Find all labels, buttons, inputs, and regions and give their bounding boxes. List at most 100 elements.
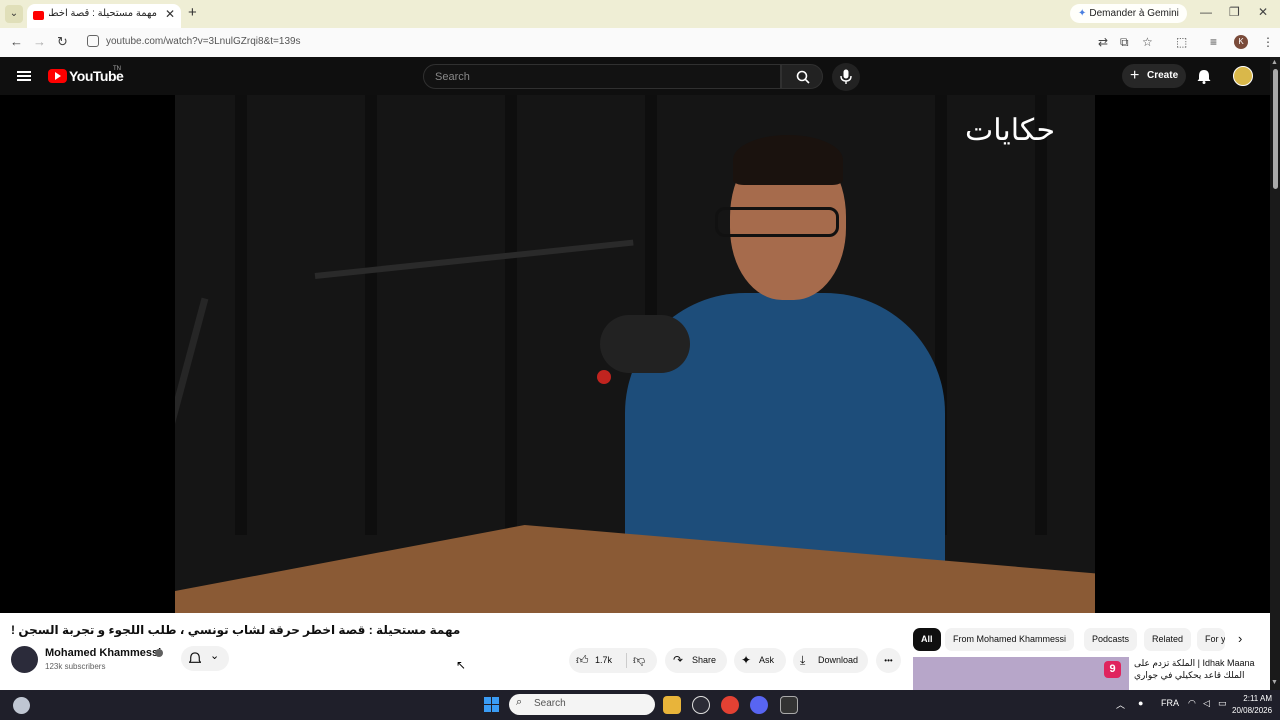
tab-title: مهمة مستحيلة : قصة اخطر — [49, 8, 157, 19]
close-window-button[interactable]: ✕ — [1258, 5, 1268, 19]
chips-next-arrow-icon[interactable]: › — [1238, 631, 1242, 646]
speaker-glasses — [715, 207, 839, 237]
chip-podcasts[interactable]: Podcasts — [1084, 628, 1138, 651]
browser-tab-strip: ⌄ مهمة مستحيلة : قصة اخطر ✕ + ✦ Demander … — [0, 0, 1280, 28]
tray-overflow-chevron-icon[interactable]: ︿ — [1116, 698, 1125, 711]
taskbar-search-box[interactable]: ⌕ Search — [509, 694, 655, 715]
new-tab-button[interactable]: + — [188, 4, 197, 21]
scroll-up-arrow-icon[interactable]: ▲ — [1271, 59, 1278, 66]
download-label: Download — [818, 655, 859, 665]
system-clock[interactable]: 2:11 AM 20/08/2026 — [1232, 693, 1272, 717]
bookmark-star-icon[interactable]: ☆ — [1142, 35, 1153, 49]
reload-icon[interactable]: ↻ — [57, 34, 68, 50]
share-label: Share — [692, 655, 717, 665]
sparkle-icon: ✦ — [741, 653, 752, 667]
more-horizontal-icon: ••• — [884, 656, 893, 665]
site-info-icon[interactable] — [87, 35, 99, 47]
chip-all[interactable]: All — [913, 628, 941, 651]
extensions-icon[interactable]: ⬚ — [1176, 35, 1187, 49]
recommended-video-title[interactable]: Idhak Maana | الملكة تزدم على الملك قاعد… — [1134, 657, 1264, 681]
subscribed-bell-button[interactable]: ⌄ — [181, 646, 229, 671]
mic-boom-arm — [314, 239, 634, 279]
thumbs-down-icon[interactable]: 👎︎ — [633, 648, 645, 673]
battery-icon[interactable]: ▭ — [1218, 698, 1227, 709]
volume-icon[interactable]: ◁ — [1203, 698, 1210, 709]
like-button[interactable]: 👍︎ 1.7k 👎︎ — [569, 648, 657, 673]
wifi-icon[interactable]: ◠ — [1188, 698, 1196, 709]
chrome-icon[interactable] — [721, 696, 739, 714]
channel-avatar[interactable] — [11, 646, 38, 673]
curtain-fold — [505, 95, 517, 535]
video-player[interactable]: حكايات — [0, 95, 1270, 613]
verified-badge-icon — [155, 649, 163, 657]
channel-watermark: حكايات — [965, 113, 1055, 148]
download-icon: ⤓ — [800, 653, 806, 667]
gemini-sparkle-icon: ✦ — [1078, 8, 1087, 19]
create-button[interactable]: + Create — [1122, 64, 1186, 88]
notifications-bell-icon[interactable] — [1197, 69, 1211, 84]
account-avatar[interactable] — [1233, 66, 1253, 86]
curtain-fold — [365, 95, 377, 535]
chip-for-you[interactable]: For y — [1197, 628, 1225, 651]
share-button[interactable]: ↷ Share — [665, 648, 727, 673]
curtain-fold — [1035, 95, 1047, 535]
keyboard-language[interactable]: FRA — [1161, 698, 1179, 708]
taskbar-search-icon: ⌕ — [516, 696, 523, 708]
clock-time: 2:11 AM — [1243, 694, 1273, 703]
search-input[interactable]: Search — [423, 64, 781, 89]
mic-stand-arm — [175, 297, 209, 590]
channel-name[interactable]: Mohamed Khammessi — [45, 647, 161, 659]
scroll-down-arrow-icon[interactable]: ▼ — [1271, 679, 1278, 686]
chevron-down-icon: ⌄ — [210, 650, 220, 662]
terminal-icon[interactable] — [780, 696, 798, 714]
address-bar[interactable]: youtube.com/watch?v=3LnulGZrqi8&t=139s — [80, 31, 1094, 53]
curtain-fold — [235, 95, 247, 535]
gemini-button[interactable]: ✦ Demander à Gemini — [1070, 4, 1187, 23]
like-count: 1.7k — [595, 655, 613, 665]
subscriber-count: 123k subscribers — [45, 662, 106, 671]
forward-arrow-icon[interactable]: → — [33, 34, 46, 49]
recommended-video-thumbnail[interactable] — [913, 657, 1129, 690]
weather-widget-icon[interactable] — [13, 697, 30, 714]
ask-label: Ask — [759, 655, 775, 665]
like-divider — [626, 653, 627, 668]
video-frame: حكايات — [175, 95, 1095, 613]
windows-start-icon[interactable] — [484, 697, 500, 713]
bell-icon — [189, 652, 201, 663]
translate-icon[interactable]: ⇄ — [1098, 35, 1108, 49]
file-explorer-icon[interactable] — [663, 696, 681, 714]
microphone-tray-icon[interactable]: ● — [1138, 698, 1143, 708]
minimize-button[interactable]: — — [1200, 5, 1212, 19]
scrollbar-thumb[interactable] — [1273, 69, 1278, 189]
tab-search-chevron-icon[interactable]: ⌄ — [5, 5, 23, 23]
plus-icon: + — [1130, 67, 1140, 84]
install-app-icon[interactable]: ⧉ — [1120, 35, 1129, 50]
hamburger-menu-icon[interactable] — [17, 71, 31, 81]
tab-close-icon[interactable]: ✕ — [165, 7, 175, 21]
back-arrow-icon[interactable]: ← — [10, 34, 23, 49]
search-placeholder: Search — [435, 71, 470, 83]
url-text: youtube.com/watch?v=3LnulGZrqi8&t=139s — [106, 36, 301, 47]
youtube-logo-icon[interactable] — [48, 69, 67, 83]
search-button[interactable] — [781, 64, 823, 89]
ask-button[interactable]: ✦ Ask — [734, 648, 786, 673]
settings-icon[interactable] — [692, 696, 710, 714]
more-actions-button[interactable]: ••• — [876, 648, 901, 673]
download-button[interactable]: ⤓ Download — [793, 648, 868, 673]
page-scrollbar[interactable] — [1270, 57, 1280, 690]
media-controls-icon[interactable]: ≡ — [1210, 35, 1217, 49]
youtube-favicon-icon — [33, 11, 44, 20]
maximize-button[interactable]: ❐ — [1229, 5, 1240, 19]
browser-menu-icon[interactable]: ⋮ — [1262, 35, 1274, 49]
voice-search-button[interactable] — [832, 63, 860, 91]
thumbs-up-icon: 👍︎ — [576, 653, 589, 667]
microphone-icon — [840, 69, 852, 84]
browser-profile-avatar[interactable]: K — [1234, 35, 1248, 49]
discord-icon[interactable] — [750, 696, 768, 714]
windows-taskbar: ⌕ Search ︿ ● FRA ◠ ◁ ▭ 2:11 AM 20/08/202… — [0, 690, 1280, 720]
browser-tab[interactable]: مهمة مستحيلة : قصة اخطر ✕ — [27, 4, 181, 28]
share-arrow-icon: ↷ — [673, 653, 684, 667]
video-info-panel: مهمة مستحيلة : قصة اخطر حرقة لشاب تونسي … — [0, 613, 1270, 690]
chip-related[interactable]: Related — [1144, 628, 1192, 651]
chip-from-channel[interactable]: From Mohamed Khammessi — [945, 628, 1075, 651]
